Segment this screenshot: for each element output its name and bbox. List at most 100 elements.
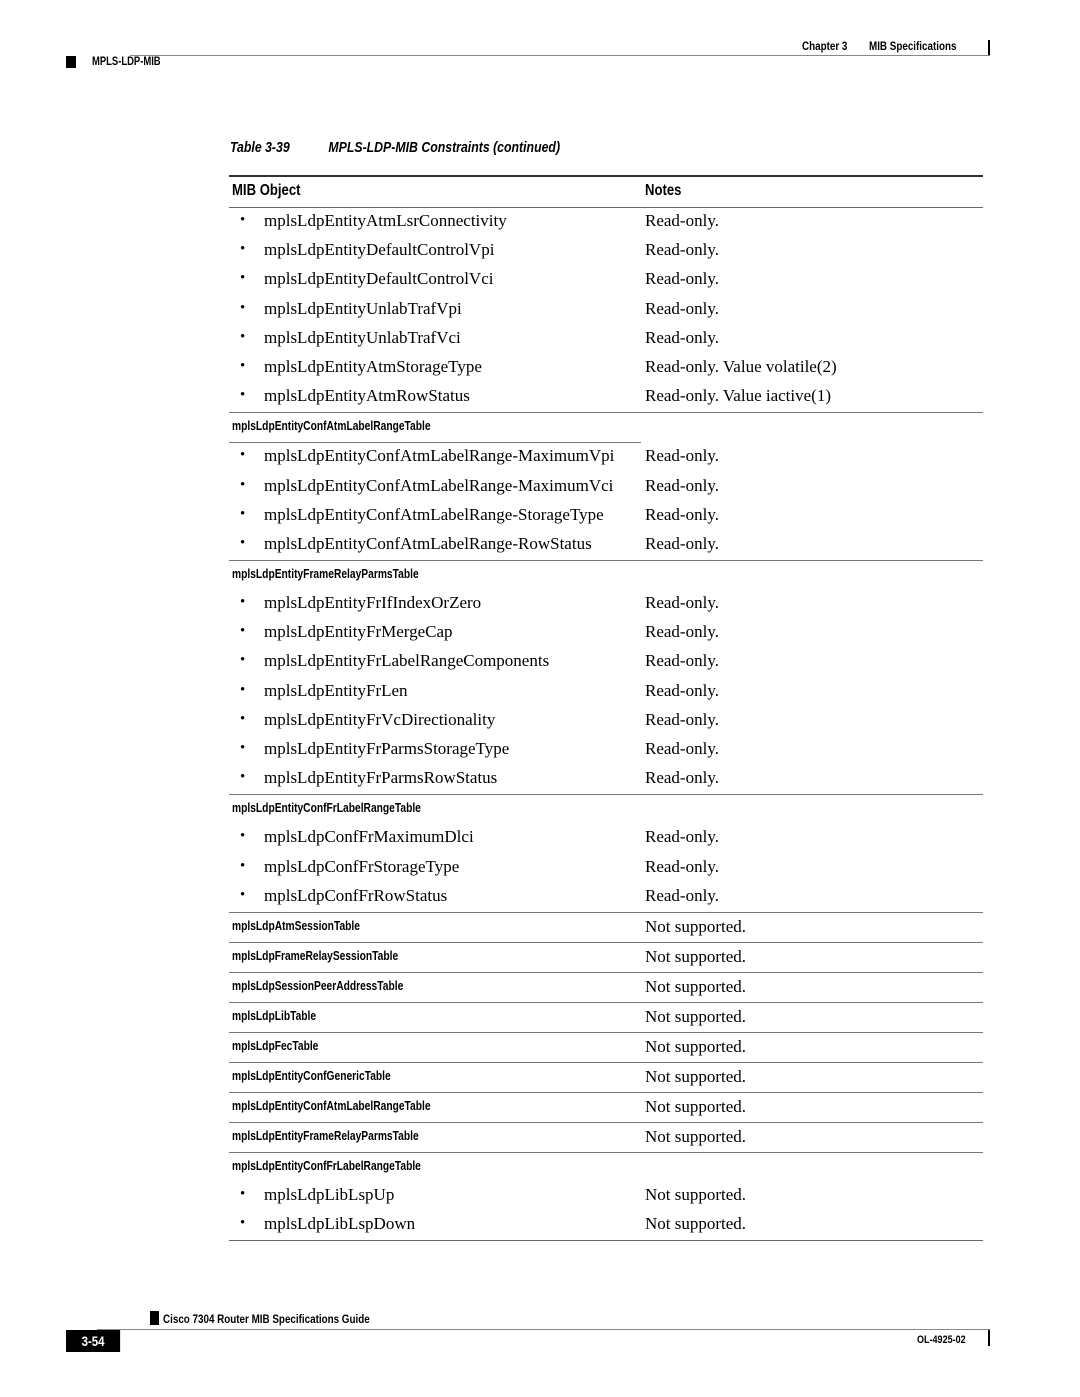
table-row: mplsLdpFecTable Not supported. — [229, 1031, 983, 1062]
section-row: mplsLdpEntityConfFrLabelRangeTable — [229, 1151, 983, 1182]
mib-object: mplsLdpEntityConfAtmLabelRange-MaximumVc… — [264, 475, 614, 495]
mib-note: Read-only. — [645, 768, 719, 788]
bullet-icon: • — [240, 505, 246, 522]
mib-object: mplsLdpEntityConfAtmLabelRange-MaximumVp… — [264, 446, 615, 466]
mib-note: Not supported. — [645, 916, 747, 936]
mib-note: Not supported. — [645, 946, 747, 966]
table-name: mplsLdpEntityFrameRelayParmsTable — [232, 1128, 419, 1143]
mib-object: mplsLdpEntityFrLen — [264, 680, 408, 700]
table-row: mplsLdpFrameRelaySessionTable Not support… — [229, 941, 983, 972]
bullet-icon: • — [240, 534, 246, 551]
table-row: • mplsLdpEntityDefaultControlVci Read-only… — [229, 266, 983, 295]
mib-note: Read-only. — [645, 739, 719, 758]
mib-note: Read-only. — [645, 240, 719, 260]
mib-object: mplsLdpConfFrMaximumDlci — [264, 827, 474, 847]
table-row: • mplsLdpEntityUnlabTrafVpi Read-only. — [229, 296, 983, 325]
bullet-icon: • — [240, 1185, 246, 1202]
bullet-icon: • — [240, 299, 246, 316]
table-row: • mplsLdpEntityConfAtmLabelRange-MaximumV… — [229, 443, 983, 472]
header-rule — [130, 55, 990, 56]
bullet-icon: • — [240, 212, 246, 228]
table-name: mplsLdpEntityConfAtmLabelRangeTable — [232, 1098, 431, 1113]
mib-object: mplsLdpEntityConfAtmLabelRange-StorageTy… — [264, 504, 604, 524]
mib-object: mplsLdpEntityConfAtmLabelRange-RowStatus — [264, 533, 592, 553]
bullet-icon: • — [240, 387, 246, 404]
mib-object: mplsLdpEntityFrMergeCap — [264, 622, 453, 642]
mib-object: mplsLdpEntityAtmStorageType — [264, 356, 482, 376]
table-row: • mplsLdpEntityFrParmsRowStatus Read-only. — [229, 765, 983, 794]
mib-note: Read-only. — [645, 446, 719, 466]
mib-note: Read-only. — [645, 856, 719, 876]
mib-note: Not supported. — [645, 976, 747, 996]
header-bar — [988, 40, 990, 56]
mib-note: Read-only. — [645, 680, 719, 700]
doc-number: OL-4925-02 — [916, 1334, 966, 1346]
column-header-notes: Notes — [645, 182, 682, 199]
table-row: • mplsLdpConfFrRowStatus Read-only. — [229, 883, 983, 912]
table-row: • mplsLdpLibLspDown Not supported. — [229, 1211, 983, 1240]
bullet-icon: • — [240, 769, 246, 786]
table-row: • mplsLdpEntityConfAtmLabelRange-StorageT… — [229, 502, 983, 531]
mib-object: mplsLdpEntityAtmLsrConnectivity — [264, 211, 507, 230]
mib-object: mplsLdpEntityDefaultControlVci — [264, 269, 494, 289]
section-name: mplsLdpEntityConfAtmLabelRangeTable — [232, 419, 431, 434]
table-name: mplsLdpLibTable — [232, 1008, 317, 1023]
table-caption: Table 3-39 MPLS-LDP-MIB Constraints (cont… — [230, 139, 560, 156]
table-header: MIB Object Notes — [229, 175, 983, 208]
table-row: • mplsLdpEntityAtmStorageType Read-only. V… — [229, 354, 983, 383]
bullet-icon: • — [240, 740, 246, 756]
table-row: • mplsLdpEntityFrIfIndexOrZero Read-only. — [229, 590, 983, 619]
mib-note: Read-only. — [645, 885, 719, 905]
mib-note: Not supported. — [645, 1184, 747, 1204]
mib-object: mplsLdpConfFrStorageType — [264, 856, 460, 876]
mib-note: Not supported. — [645, 1126, 747, 1146]
bullet-icon: • — [240, 357, 246, 374]
bullet-icon: • — [240, 681, 246, 698]
mib-object: mplsLdpEntityFrIfIndexOrZero — [264, 593, 482, 613]
table-row: • mplsLdpEntityDefaultControlVpi Read-only… — [229, 237, 983, 266]
footer-bar — [988, 1330, 990, 1346]
mib-note: Read-only. — [645, 827, 719, 847]
table-body: • mplsLdpEntityAtmLsrConnectivity Read-onl… — [229, 208, 983, 1242]
mib-note: Read-only. Value iactive(1) — [645, 386, 831, 406]
section-row: mplsLdpEntityFrameRelayParmsTable — [229, 560, 983, 590]
table-row: • mplsLdpConfFrStorageType Read-only. — [229, 854, 983, 883]
table-row: • mplsLdpEntityFrVcDirectionality Read-onl… — [229, 707, 983, 736]
mib-note: Not supported. — [645, 1036, 747, 1056]
bullet-icon: • — [240, 476, 246, 493]
footer-square-marker — [150, 1311, 159, 1325]
bullet-icon: • — [240, 623, 246, 640]
chapter-label: Chapter 3 — [801, 39, 848, 53]
table-name: mplsLdpAtmSessionTable — [232, 918, 360, 933]
bullet-icon: • — [240, 828, 246, 845]
bullet-icon: • — [240, 1215, 246, 1232]
mib-object: mplsLdpEntityDefaultControlVpi — [264, 240, 495, 260]
bullet-icon: • — [240, 241, 246, 258]
mib-object: mplsLdpEntityFrParmsRowStatus — [264, 768, 498, 788]
table-name: mplsLdpFecTable — [232, 1038, 319, 1053]
guide-title: Cisco 7304 Router MIB Specifications Gui… — [163, 1312, 370, 1326]
table-row: mplsLdpAtmSessionTable Not supported. — [229, 911, 983, 942]
table-row: mplsLdpSessionPeerAddressTable Not suppor… — [229, 971, 983, 1002]
table-name: mplsLdpEntityConfGenericTable — [232, 1068, 391, 1083]
table-row: • mplsLdpEntityConfAtmLabelRange-RowStatu… — [229, 531, 983, 560]
table-title: MPLS-LDP-MIB Constraints (continued) — [328, 139, 561, 156]
table-bottom-rule — [229, 1240, 983, 1242]
section-name: mplsLdpEntityConfFrLabelRangeTable — [232, 801, 421, 816]
mib-note: Read-only. — [645, 211, 719, 230]
section-label: MPLS-LDP-MIB — [92, 56, 161, 68]
table-row: mplsLdpEntityConfAtmLabelRangeTable Not s… — [229, 1091, 983, 1122]
table-row: mplsLdpEntityConfGenericTable Not support… — [229, 1061, 983, 1092]
bullet-icon: • — [240, 886, 246, 903]
mib-note: Not supported. — [645, 1096, 747, 1116]
table-row: • mplsLdpConfFrMaximumDlci Read-only. — [229, 824, 983, 853]
table-name: mplsLdpFrameRelaySessionTable — [232, 948, 399, 963]
section-name: mplsLdpEntityFrameRelayParmsTable — [232, 567, 419, 582]
mib-note: Read-only. — [645, 269, 719, 289]
table-row: • mplsLdpEntityFrParmsStorageType Read-onl… — [229, 736, 983, 765]
footer-rule — [97, 1329, 990, 1330]
mib-note: Read-only. — [645, 298, 719, 318]
table-row: • mplsLdpEntityAtmRowStatus Read-only. Val… — [229, 383, 983, 412]
mib-object: mplsLdpEntityFrLabelRangeComponents — [264, 651, 550, 671]
mib-object: mplsLdpEntityFrVcDirectionality — [264, 709, 496, 729]
